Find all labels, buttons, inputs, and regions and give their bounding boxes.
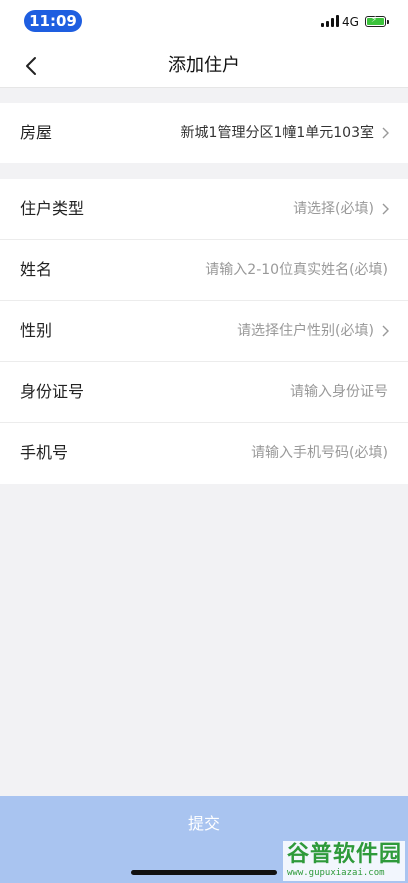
resident-type-label: 住户类型 [20, 199, 85, 218]
house-section: 房屋 新城1管理分区1幢1单元103室 [0, 103, 408, 163]
gender-select[interactable]: 请选择住户性别(必填) [237, 301, 374, 361]
name-label: 姓名 [20, 260, 53, 279]
page-title: 添加住户 [168, 55, 240, 76]
chevron-right-icon [380, 203, 390, 215]
network-type: 4G [342, 15, 359, 29]
phone-row: 手机号 [0, 423, 408, 484]
resident-type-select[interactable]: 请选择(必填) [293, 179, 374, 239]
phone-input[interactable] [158, 423, 388, 483]
chevron-right-icon [380, 127, 390, 139]
name-input[interactable] [158, 240, 388, 300]
name-row: 姓名 [0, 240, 408, 301]
watermark-title: 谷普软件园 [287, 842, 403, 867]
home-indicator[interactable] [131, 870, 277, 875]
id-number-input[interactable] [158, 362, 388, 422]
id-number-row: 身份证号 [0, 362, 408, 423]
add-resident-screen: 11:09 4G ⚡ 添加住户 房屋 新城1管理分区1幢1单元103室 住户类型… [0, 0, 408, 883]
house-value: 新城1管理分区1幢1单元103室 [180, 125, 374, 141]
resident-form: 住户类型 请选择(必填) 姓名 性别 请选择住户性别(必填) 身份证号 手机号 [0, 179, 408, 484]
watermark: 谷普软件园 www.gupuxiazai.com [283, 841, 405, 881]
watermark-url: www.gupuxiazai.com [287, 868, 385, 878]
id-number-label: 身份证号 [20, 382, 85, 401]
signal-icon [321, 15, 339, 27]
phone-label: 手机号 [20, 443, 69, 462]
status-time: 11:09 [24, 10, 82, 32]
resident-type-row[interactable]: 住户类型 请选择(必填) [0, 179, 408, 240]
house-row[interactable]: 房屋 新城1管理分区1幢1单元103室 [0, 103, 408, 163]
gender-label: 性别 [20, 321, 53, 340]
status-bar: 11:09 4G ⚡ [0, 0, 408, 44]
battery-icon: ⚡ [365, 15, 389, 27]
house-label: 房屋 [20, 123, 53, 142]
chevron-right-icon [380, 325, 390, 337]
gender-row[interactable]: 性别 请选择住户性别(必填) [0, 301, 408, 362]
nav-bar: 添加住户 [0, 44, 408, 88]
